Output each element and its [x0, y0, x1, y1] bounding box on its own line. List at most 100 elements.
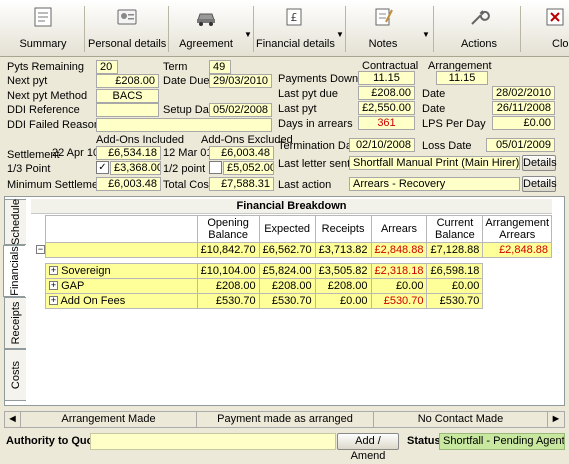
notes-icon	[375, 8, 393, 26]
financial-breakdown-table: Opening Balance Expected Receipts Arrear…	[36, 215, 552, 309]
personal-details-button[interactable]: Personal details	[88, 0, 166, 56]
table-header-item	[45, 215, 198, 243]
financial-breakdown: Financial Breakdown Opening Balance Expe…	[31, 199, 552, 404]
scroll-left-icon[interactable]: ◄	[5, 412, 21, 427]
table-cell: £2,318.18	[370, 263, 428, 279]
tab-costs[interactable]: Costs	[4, 349, 26, 401]
person-icon	[117, 9, 137, 25]
agreement-label: Agreement	[179, 38, 233, 50]
one-third-checkbox[interactable]: ✓	[96, 161, 109, 174]
last-action-details-button[interactable]: Details	[522, 176, 557, 192]
next-pyt-method-label: Next pyt Method	[7, 90, 88, 102]
collapse-icon[interactable]: −	[36, 245, 45, 255]
table-cell: £208.00	[196, 278, 260, 294]
financial-details-label: Financial details	[256, 38, 335, 50]
expand-icon[interactable]: +	[49, 266, 58, 276]
personal-details-label: Personal details	[88, 38, 167, 50]
last-action-field: Arrears - Recovery	[349, 177, 520, 191]
notes-dropdown-icon[interactable]: ▼	[422, 30, 430, 39]
authority-bar: Authority to Quote Add / Amend Status Sh…	[0, 431, 569, 462]
last-action-label: Last action	[278, 179, 332, 191]
lps-per-day-field: £0.00	[492, 116, 555, 130]
loss-date-field: 05/01/2009	[486, 138, 555, 152]
min-settlement-label: Minimum Settlement	[7, 179, 108, 191]
table-cell: £530.70	[426, 293, 484, 309]
table-row-total[interactable]: − £10,842.70 £6,562.70 £3,713.82 £2,848.…	[36, 242, 552, 258]
summary-button[interactable]: Summary	[8, 0, 78, 56]
actions-button[interactable]: Actions	[444, 0, 514, 56]
tab-financials[interactable]: Financials	[3, 245, 25, 297]
row-name: Add On Fees	[60, 294, 126, 307]
date-due-label: Date Due	[163, 75, 210, 87]
table-cell: £3,505.82	[314, 263, 372, 279]
table-cell: £10,842.70	[196, 242, 260, 258]
payments-down-arrangement-field: 11.15	[436, 71, 488, 85]
addons-included-label: Add-Ons Included	[96, 134, 185, 146]
last-pyt-due-label: Last pyt due	[278, 88, 338, 100]
settlement-excluded-field: £6,003.48	[209, 146, 274, 160]
table-cell: £3,713.82	[314, 242, 372, 258]
one-third-point-label: 1/3 Point	[7, 163, 51, 175]
scroll-right-icon[interactable]: ►	[548, 412, 564, 427]
expand-icon[interactable]: +	[49, 296, 58, 306]
table-cell: £530.70	[258, 293, 316, 309]
add-amend-button[interactable]: Add / Amend	[337, 433, 399, 462]
settlement-included-field: £6,534.18	[96, 146, 161, 160]
column-header: Receipts	[314, 215, 372, 243]
termination-date-field: 02/10/2008	[349, 138, 415, 152]
table-cell: £530.70	[196, 293, 260, 309]
toolbar: Summary Personal details Agreement ▼ £ F…	[0, 0, 569, 57]
column-header: Current Balance	[426, 215, 484, 243]
actions-label: Actions	[460, 38, 498, 50]
table-row[interactable]: + Add On Fees £530.70 £530.70 £0.00 £530…	[45, 293, 552, 309]
next-pyt-field: £208.00	[96, 74, 159, 88]
total-row-label-cell: −	[36, 242, 198, 258]
authority-to-quote-field[interactable]	[90, 433, 336, 450]
next-pyt-method-field: BACS	[96, 89, 159, 103]
row-name: GAP	[61, 279, 85, 292]
pyts-remaining-label: Pyts Remaining	[7, 61, 85, 73]
expand-icon[interactable]: +	[49, 281, 58, 291]
last-letter-details-button[interactable]: Details	[522, 155, 557, 171]
half-point-checkbox[interactable]	[209, 161, 222, 174]
agreement-dropdown-icon[interactable]: ▼	[244, 30, 252, 39]
table-cell: £10,104.00	[196, 263, 260, 279]
row-name-cell: + GAP	[45, 278, 198, 294]
row-name-cell: + Sovereign	[45, 263, 198, 279]
financial-dropdown-icon[interactable]: ▼	[336, 30, 344, 39]
term-field: 49	[209, 60, 231, 74]
summary-icon	[34, 7, 52, 27]
table-row[interactable]: + Sovereign £10,104.00 £5,824.00 £3,505.…	[45, 263, 552, 279]
ddi-failed-reason-label: DDI Failed Reason	[7, 119, 100, 131]
column-header: Arrangement Arrears	[482, 215, 552, 243]
table-cell: £5,824.00	[258, 263, 316, 279]
table-cell: £0.00	[314, 293, 372, 309]
status-badge: Shortfall - Pending Agents	[439, 433, 565, 450]
loss-date-label: Loss Date	[422, 140, 472, 152]
payments-down-contractual-field: 11.15	[358, 71, 415, 85]
settlement-date-1: 22 Apr 10	[52, 147, 100, 159]
one-third-point-field: £3,368.00	[110, 161, 161, 175]
arrangement-status: Arrangement Made	[21, 412, 197, 427]
close-button[interactable]: Clo	[524, 0, 569, 56]
half-point-field: £5,052.00	[223, 161, 274, 175]
svg-text:£: £	[291, 11, 298, 24]
half-point-label: 1/2 point	[163, 163, 206, 175]
table-cell: £208.00	[258, 278, 316, 294]
summary-label: Summary	[19, 38, 67, 50]
last-letter-field: Shortfall Manual Print (Main Hirer) v4	[349, 156, 520, 170]
table-row[interactable]: + GAP £208.00 £208.00 £208.00 £0.00 £0.0…	[45, 278, 552, 294]
tab-receipts[interactable]: Receipts	[4, 297, 26, 349]
term-label: Term	[163, 61, 188, 73]
tab-schedule[interactable]: Schedule	[4, 199, 26, 245]
notes-button[interactable]: Notes	[348, 0, 418, 56]
financial-breakdown-title: Financial Breakdown	[31, 199, 552, 214]
table-cell: £6,598.18	[426, 263, 484, 279]
financial-details-button[interactable]: £ Financial details	[256, 0, 335, 56]
table-cell: £208.00	[314, 278, 372, 294]
agreement-button[interactable]: Agreement	[172, 0, 240, 56]
settlement-date-2: 12 Mar 01	[163, 147, 213, 159]
column-header: Expected	[258, 215, 316, 243]
last-pyt-due-field: £208.00	[358, 86, 415, 100]
contact-status: No Contact Made	[374, 412, 548, 427]
